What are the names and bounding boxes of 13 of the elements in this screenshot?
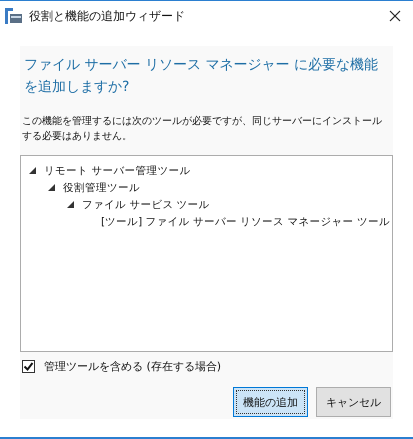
checkbox[interactable]: [22, 360, 35, 373]
dialog-heading: ファイル サーバー リソース マネージャー に必要な機能を追加しますか?: [23, 56, 379, 97]
add-features-button[interactable]: 機能の追加: [233, 387, 308, 417]
tree-item[interactable]: 役割管理ツール: [63, 180, 140, 194]
checkbox-label[interactable]: 管理ツールを含める (存在する場合): [44, 359, 222, 374]
close-icon[interactable]: [389, 10, 401, 22]
description-text: この機能を管理するには次のツールが必要ですが、同じサーバーにインストールする必要はありません。: [21, 114, 383, 144]
server-icon: [5, 8, 23, 24]
window-title: 役割と機能の追加ウィザード: [29, 8, 186, 24]
tree-item[interactable]: [ツール] ファイル サーバー リソース マネージャー ツール: [101, 214, 390, 228]
tree-item[interactable]: リモート サーバー管理ツール: [44, 164, 190, 178]
cancel-button[interactable]: キャンセル: [316, 387, 391, 417]
tree-item[interactable]: ファイル サービス ツール: [82, 198, 210, 212]
